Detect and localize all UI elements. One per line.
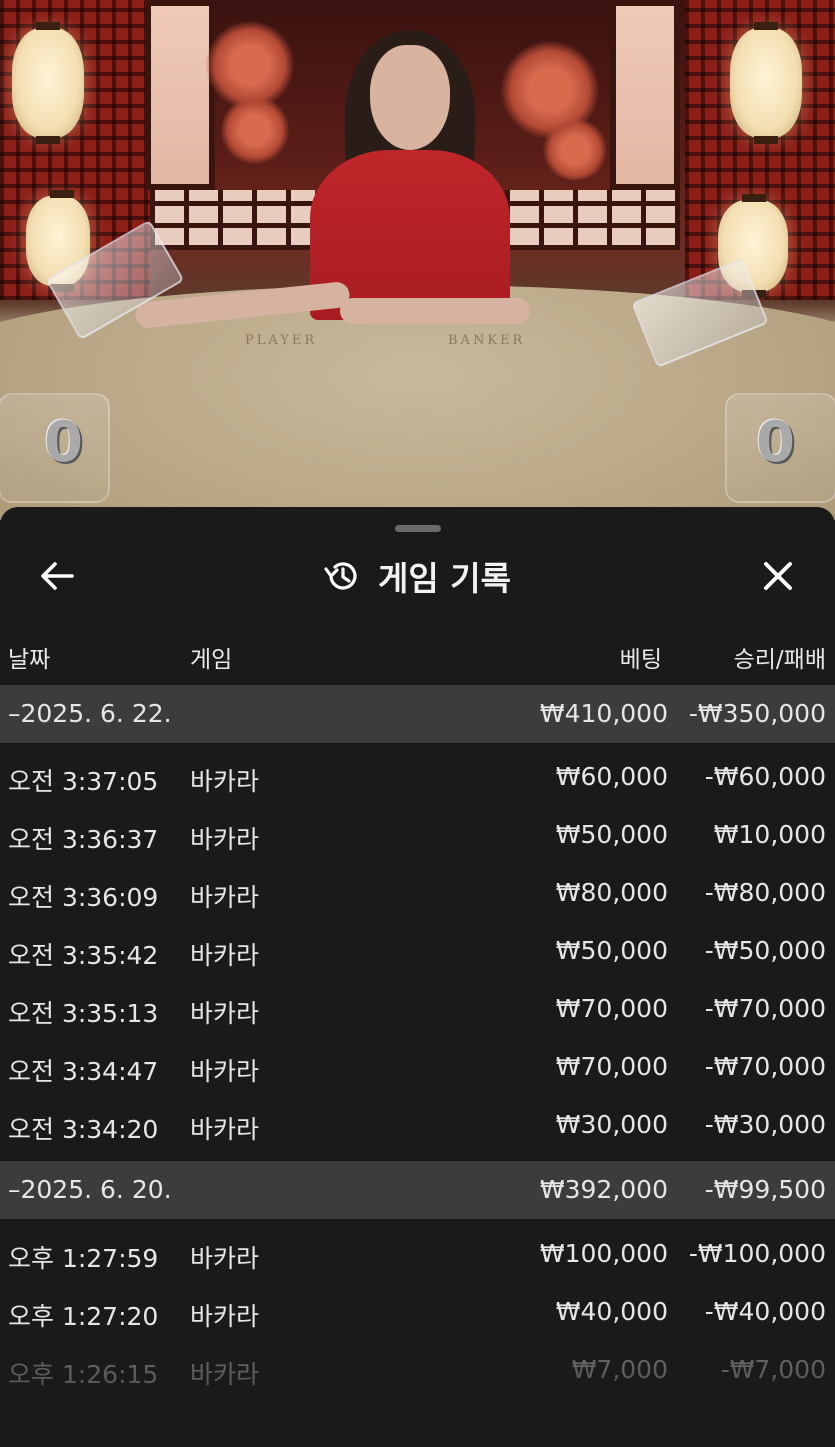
player-label: PLAYER [245, 333, 318, 348]
history-row[interactable]: 오전 3:34:47 바카라 ₩70,000 -₩70,000 [0, 1038, 835, 1096]
row-result: -₩40,000 [704, 1297, 826, 1326]
history-row[interactable]: 오전 3:34:20 바카라 ₩30,000 -₩30,000 [0, 1096, 835, 1154]
column-header-game: 게임 [190, 647, 233, 673]
history-row[interactable]: 오전 3:36:37 바카라 ₩50,000 ₩10,000 [0, 806, 835, 864]
row-result: -₩80,000 [704, 878, 826, 907]
group-bet-total: ₩410,000 [539, 699, 668, 728]
decor-blossom [220, 95, 290, 165]
sheet-header: 게임 기록 [0, 539, 835, 619]
row-game: 바카라 [190, 1057, 260, 1086]
row-game: 바카라 [190, 883, 260, 912]
row-bet: ₩70,000 [555, 994, 668, 1023]
row-bet: ₩50,000 [555, 820, 668, 849]
row-game: 바카라 [190, 1244, 260, 1273]
lantern [730, 22, 802, 144]
history-row[interactable]: 오전 3:35:42 바카라 ₩50,000 -₩50,000 [0, 922, 835, 980]
player-score: 0 [44, 410, 83, 475]
banker-label: BANKER [448, 333, 526, 348]
row-time: 오전 3:36:37 [8, 825, 159, 854]
row-result: -₩30,000 [704, 1110, 826, 1139]
close-button[interactable] [755, 553, 801, 599]
column-header-date: 날짜 [8, 647, 51, 673]
sheet-title-group: 게임 기록 [0, 551, 835, 601]
row-time: 오전 3:36:09 [8, 883, 159, 912]
row-game: 바카라 [190, 767, 260, 796]
row-bet: ₩60,000 [555, 762, 668, 791]
row-time: 오전 3:35:42 [8, 941, 159, 970]
dealer-face [370, 45, 450, 150]
row-result: -₩50,000 [704, 936, 826, 965]
row-game: 바카라 [190, 999, 260, 1028]
row-time: 오전 3:34:47 [8, 1057, 159, 1086]
decor-panel [145, 0, 215, 190]
date-group-row[interactable]: –2025. 6. 20. ₩392,000 -₩99,500 [0, 1161, 835, 1219]
history-row[interactable]: 오후 1:26:15 바카라 ₩7,000 -₩7,000 [0, 1341, 835, 1399]
row-bet: ₩30,000 [555, 1110, 668, 1139]
history-row[interactable]: 오후 1:27:20 바카라 ₩40,000 -₩40,000 [0, 1283, 835, 1341]
row-bet: ₩40,000 [555, 1297, 668, 1326]
date-group-row[interactable]: –2025. 6. 22. ₩410,000 -₩350,000 [0, 685, 835, 743]
decor-lattice [505, 190, 680, 250]
column-header-result: 승리/패배 [733, 647, 826, 673]
decor-panel [610, 0, 680, 190]
history-row[interactable]: 오후 1:27:59 바카라 ₩100,000 -₩100,000 [0, 1225, 835, 1283]
group-date: –2025. 6. 22. [8, 699, 172, 728]
row-time: 오후 1:27:59 [8, 1244, 159, 1273]
column-header-bet: 베팅 [619, 647, 662, 673]
row-time: 오전 3:35:13 [8, 999, 159, 1028]
row-result: -₩60,000 [704, 762, 826, 791]
row-bet: ₩100,000 [539, 1239, 668, 1268]
banker-score: 0 [756, 410, 795, 475]
group-date: –2025. 6. 20. [8, 1175, 172, 1204]
row-result: -₩7,000 [720, 1355, 826, 1384]
row-result: ₩10,000 [713, 820, 826, 849]
row-game: 바카라 [190, 825, 260, 854]
row-bet: ₩7,000 [571, 1355, 668, 1384]
row-game: 바카라 [190, 1360, 260, 1389]
game-history-sheet: 게임 기록 날짜 게임 베팅 승리/패배 –2025. 6. 22. ₩410,… [0, 507, 835, 1447]
row-bet: ₩80,000 [555, 878, 668, 907]
decor-lattice [150, 190, 315, 250]
history-row[interactable]: 오전 3:35:13 바카라 ₩70,000 -₩70,000 [0, 980, 835, 1038]
group-result-total: -₩99,500 [704, 1175, 826, 1204]
row-bet: ₩70,000 [555, 1052, 668, 1081]
row-time: 오전 3:37:05 [8, 767, 159, 796]
close-icon [764, 562, 792, 590]
live-video-feed: PLAYER BANKER 0 0 [0, 0, 835, 520]
row-time: 오전 3:34:20 [8, 1115, 159, 1144]
row-result: -₩70,000 [704, 1052, 826, 1081]
sheet-drag-handle[interactable] [395, 525, 441, 532]
row-game: 바카라 [190, 1302, 260, 1331]
group-result-total: -₩350,000 [688, 699, 826, 728]
row-result: -₩70,000 [704, 994, 826, 1023]
history-icon [324, 562, 357, 590]
history-row[interactable]: 오전 3:37:05 바카라 ₩60,000 -₩60,000 [0, 748, 835, 806]
group-bet-total: ₩392,000 [539, 1175, 668, 1204]
dealer-arm [340, 298, 530, 324]
history-row[interactable]: 오전 3:36:09 바카라 ₩80,000 -₩80,000 [0, 864, 835, 922]
row-bet: ₩50,000 [555, 936, 668, 965]
decor-blossom [540, 120, 610, 180]
row-time: 오후 1:27:20 [8, 1302, 159, 1331]
row-game: 바카라 [190, 1115, 260, 1144]
row-time: 오후 1:26:15 [8, 1360, 159, 1389]
page-title: 게임 기록 [378, 559, 511, 598]
row-game: 바카라 [190, 941, 260, 970]
lantern [12, 22, 84, 144]
row-result: -₩100,000 [688, 1239, 826, 1268]
